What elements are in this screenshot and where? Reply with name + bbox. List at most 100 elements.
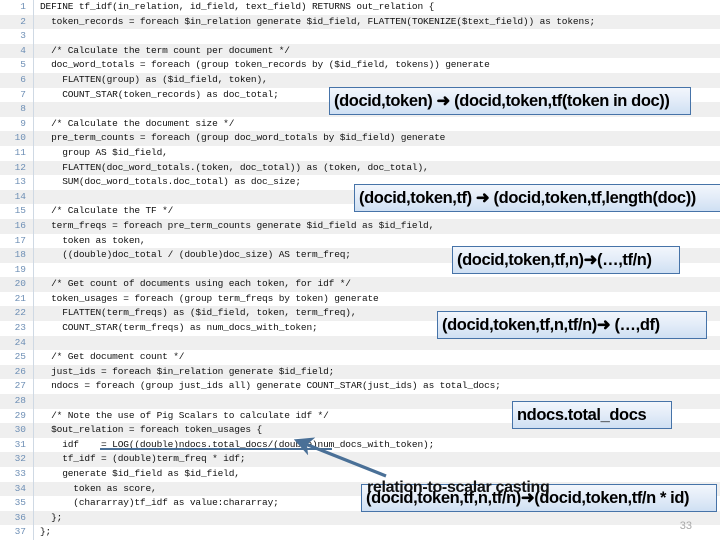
gutter-divider xyxy=(33,72,34,88)
gutter-divider xyxy=(33,525,34,540)
gutter-divider xyxy=(33,350,34,365)
code-text: just_ids = foreach $in_relation generate… xyxy=(40,365,335,377)
code-text: }; xyxy=(40,526,52,538)
code-text: token as score, xyxy=(40,482,157,494)
line-number: 21 xyxy=(14,292,26,304)
code-text: $out_relation = foreach token_usages { xyxy=(40,424,263,436)
gutter-divider xyxy=(33,160,34,176)
callout-ndocs-total-docs: ndocs.total_docs xyxy=(512,401,672,429)
cast-expression-underline xyxy=(100,448,332,450)
code-text: }; xyxy=(40,511,63,523)
gutter-divider xyxy=(33,364,34,380)
callout-doc-length: (docid,token,tf) ➜ (docid,token,tf,lengt… xyxy=(354,184,720,212)
callout-document-frequency: (docid,token,tf,n,tf/n)➜ (…,df) xyxy=(437,311,707,339)
line-number: 4 xyxy=(20,44,26,56)
line-number: 5 xyxy=(20,59,26,71)
code-text: DEFINE tf_idf(in_relation, id_field, tex… xyxy=(40,1,435,12)
gutter-divider xyxy=(33,116,34,132)
code-text: token_records = foreach $in_relation gen… xyxy=(40,15,596,27)
code-line: 37}; xyxy=(0,525,720,540)
line-number: 12 xyxy=(14,161,26,173)
code-line: 26 just_ids = foreach $in_relation gener… xyxy=(0,364,720,380)
line-number: 1 xyxy=(20,1,26,12)
callout-tf-token-in-doc: (docid,token) ➜ (docid,token,tf(token in… xyxy=(329,87,691,115)
line-number: 26 xyxy=(14,365,26,377)
gutter-divider xyxy=(33,145,34,161)
code-line: 33 generate $id_field as $id_field, xyxy=(0,467,720,482)
code-line: 32 tf_idf = (double)term_freq * idf; xyxy=(0,452,720,467)
slide-number: 33 xyxy=(679,520,692,532)
code-text: group AS $id_field, xyxy=(40,146,168,158)
gutter-divider xyxy=(33,58,34,73)
gutter-divider xyxy=(33,248,34,263)
line-number: 31 xyxy=(14,438,26,450)
line-number: 36 xyxy=(14,511,26,523)
code-text: COUNT_STAR(term_freqs) as num_docs_with_… xyxy=(40,322,318,334)
line-number: 33 xyxy=(14,468,26,479)
line-number: 6 xyxy=(20,73,26,85)
code-line: 5 doc_word_totals = foreach (group token… xyxy=(0,58,720,73)
line-number: 17 xyxy=(14,234,26,246)
line-number: 10 xyxy=(14,132,26,144)
code-line: 27 ndocs = foreach (group just_ids all) … xyxy=(0,379,720,395)
line-number: 18 xyxy=(14,249,26,261)
code-text: token_usages = foreach (group term_freqs… xyxy=(40,292,379,304)
code-line: 9 /* Calculate the document size */ xyxy=(0,116,720,132)
gutter-divider xyxy=(33,408,34,424)
gutter-divider xyxy=(33,496,34,511)
line-number: 32 xyxy=(14,453,26,465)
line-number: 24 xyxy=(14,336,26,348)
gutter-divider xyxy=(33,43,34,59)
line-number: 14 xyxy=(14,190,26,202)
line-number: 13 xyxy=(14,176,26,188)
line-number: 19 xyxy=(14,263,26,275)
line-number: 30 xyxy=(14,424,26,436)
code-line: 1 DEFINE tf_idf(in_relation, id_field, te… xyxy=(0,0,720,15)
gutter-divider xyxy=(33,510,34,526)
line-number: 25 xyxy=(14,351,26,363)
code-line: 4 /* Calculate the term count per docume… xyxy=(0,43,720,59)
gutter-divider xyxy=(33,87,34,103)
gutter-divider xyxy=(33,452,34,467)
line-number: 8 xyxy=(20,103,26,115)
line-number: 27 xyxy=(14,380,26,392)
code-text: /* Note the use of Pig Scalars to calcul… xyxy=(40,409,329,421)
code-line: 16 term_freqs = foreach pre_term_counts … xyxy=(0,218,720,234)
gutter-divider xyxy=(33,423,34,438)
callout-text: (docid,token,tf) ➜ (docid,token,tf,lengt… xyxy=(359,189,696,207)
code-line: 21 token_usages = foreach (group term_fr… xyxy=(0,291,720,307)
line-number: 23 xyxy=(14,322,26,334)
line-number: 2 xyxy=(20,15,26,27)
line-number: 11 xyxy=(14,146,26,158)
code-text: tf_idf = (double)term_freq * idf; xyxy=(40,453,246,465)
line-number: 20 xyxy=(14,278,26,290)
gutter-divider xyxy=(33,175,34,190)
gutter-divider xyxy=(33,131,34,146)
gutter-divider xyxy=(33,291,34,307)
gutter-divider xyxy=(33,379,34,395)
gutter-divider xyxy=(33,204,34,219)
code-text: doc_word_totals = foreach (group token_r… xyxy=(40,59,490,71)
code-text: /* Calculate the document size */ xyxy=(40,117,235,129)
code-text: /* Get document count */ xyxy=(40,351,185,363)
code-text: idf = LOG((double)ndocs.total_docs/(doub… xyxy=(40,438,435,450)
code-line: 2 token_records = foreach $in_relation g… xyxy=(0,14,720,30)
gutter-divider xyxy=(33,277,34,292)
gutter-divider xyxy=(33,0,34,15)
gutter-divider xyxy=(33,467,34,482)
code-line: 6 FLATTEN(group) as ($id_field, token), xyxy=(0,72,720,88)
code-text: ndocs = foreach (group just_ids all) gen… xyxy=(40,380,501,392)
code-text: /* Calculate the term count per document… xyxy=(40,44,290,56)
gutter-divider xyxy=(33,102,34,117)
callout-text: (docid,token,tf,n,tf/n)➜ (…,df) xyxy=(442,316,660,334)
code-text: SUM(doc_word_totals.doc_total) as doc_si… xyxy=(40,176,301,188)
line-number: 28 xyxy=(14,395,26,407)
code-text: FLATTEN(group) as ($id_field, token), xyxy=(40,73,268,85)
line-number: 22 xyxy=(14,307,26,319)
line-number: 16 xyxy=(14,219,26,231)
line-number: 35 xyxy=(14,497,26,509)
gutter-divider xyxy=(33,481,34,497)
code-text: token as token, xyxy=(40,234,146,246)
callout-text: (docid,token) ➜ (docid,token,tf(token in… xyxy=(334,92,670,110)
code-line: 20 /* Get count of documents using each … xyxy=(0,277,720,292)
